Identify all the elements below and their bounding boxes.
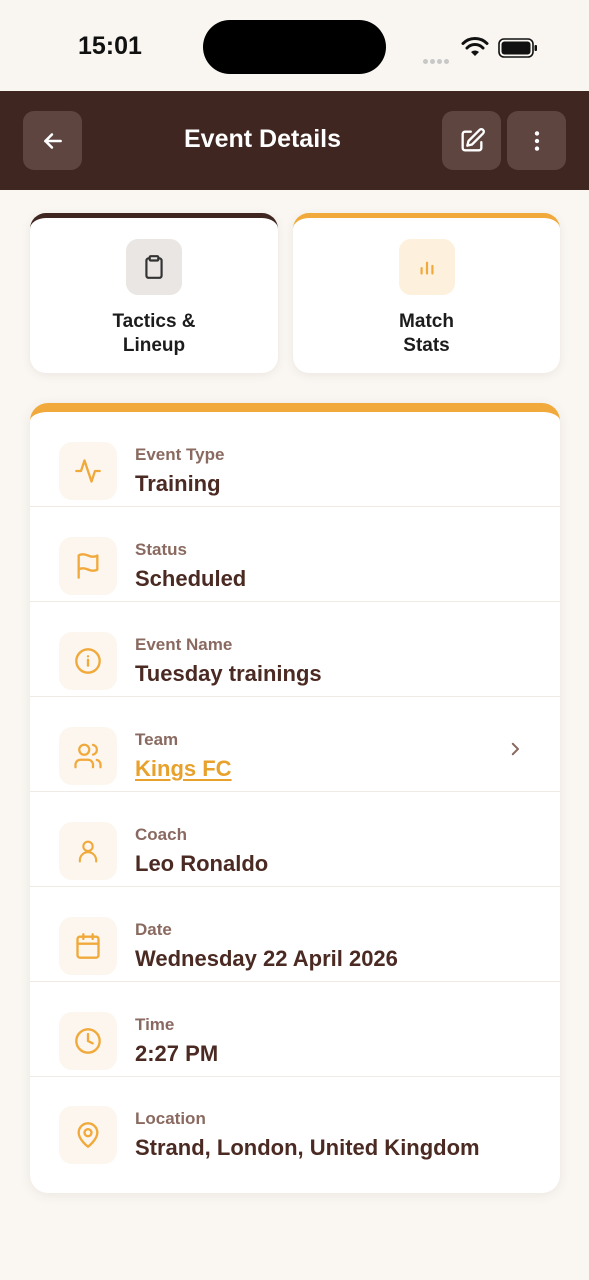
event-name-label: Event Name <box>135 635 233 654</box>
time-value: 2:27 PM <box>135 1041 219 1066</box>
bar-chart-icon <box>399 239 455 295</box>
match-stats-label: Match Stats <box>399 311 454 356</box>
team-link[interactable]: Kings FC <box>135 756 232 782</box>
time-label: Time <box>135 1015 175 1034</box>
status-value: Scheduled <box>135 566 247 591</box>
match-stats-card[interactable]: Match Stats <box>293 213 560 373</box>
event-details-card: Event Type Training Status Scheduled Eve… <box>30 403 560 1193</box>
detail-row-date: Date Wednesday 22 April 2026 <box>30 887 560 982</box>
location-value: Strand, London, United Kingdom <box>135 1135 480 1160</box>
detail-row-location: Location Strand, London, United Kingdom <box>30 1076 560 1171</box>
coach-value: Leo Ronaldo <box>135 851 269 876</box>
detail-row-team[interactable]: Team Kings FC <box>30 697 560 792</box>
clock-icon <box>59 1012 117 1070</box>
more-vertical-icon <box>534 130 539 151</box>
team-label: Team <box>135 730 179 749</box>
info-icon <box>59 632 117 690</box>
detail-row-event-name: Event Name Tuesday trainings <box>30 602 560 697</box>
chevron-right-icon <box>511 742 519 756</box>
dynamic-island <box>203 20 386 74</box>
detail-row-event-type: Event Type Training <box>30 412 560 507</box>
signal-icon <box>423 51 451 69</box>
user-icon <box>59 822 117 880</box>
location-label: Location <box>135 1109 206 1128</box>
detail-row-status: Status Scheduled <box>30 507 560 602</box>
battery-icon <box>498 38 537 58</box>
status-bar: 15:01 <box>0 0 589 91</box>
status-time: 15:01 <box>78 32 142 60</box>
more-options-button[interactable] <box>507 111 566 170</box>
app-header: Event Details <box>0 91 589 190</box>
wifi-icon <box>461 37 489 56</box>
detail-row-time: Time 2:27 PM <box>30 982 560 1077</box>
edit-icon <box>461 127 485 151</box>
tactics-lineup-label: Tactics & Lineup <box>112 311 196 356</box>
calendar-icon <box>59 917 117 975</box>
detail-row-coach: Coach Leo Ronaldo <box>30 792 560 887</box>
tactics-lineup-card[interactable]: Tactics & Lineup <box>30 213 278 373</box>
flag-icon <box>59 537 117 595</box>
date-label: Date <box>135 920 172 939</box>
event-name-value: Tuesday trainings <box>135 661 322 686</box>
event-type-label: Event Type <box>135 445 225 464</box>
edit-button[interactable] <box>442 111 501 170</box>
event-type-value: Training <box>135 471 221 496</box>
coach-label: Coach <box>135 825 187 844</box>
status-icons <box>420 34 550 64</box>
activity-icon <box>59 442 117 500</box>
status-label: Status <box>135 540 187 559</box>
date-value: Wednesday 22 April 2026 <box>135 946 398 971</box>
users-icon <box>59 727 117 785</box>
map-pin-icon <box>59 1106 117 1164</box>
clipboard-icon <box>126 239 182 295</box>
